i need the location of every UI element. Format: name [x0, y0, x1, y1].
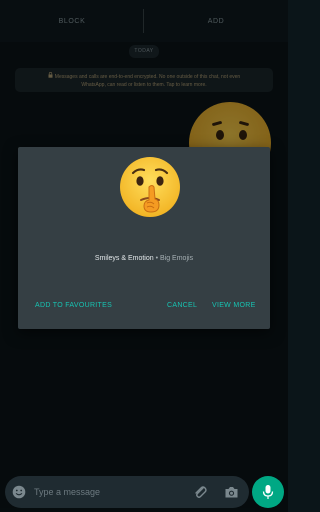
message-input[interactable]: Type a message: [34, 476, 100, 508]
emoji-category: Smileys & Emotion: [94, 255, 154, 262]
voice-message-button[interactable]: [252, 476, 284, 508]
emoji-caption: Smileys & Emotion • Big Emojis: [18, 255, 270, 262]
shushing-face-icon: [120, 157, 180, 217]
message-composer: Type a message: [0, 472, 288, 512]
emoji-pack-name: Big Emojis: [160, 255, 194, 262]
cancel-button[interactable]: CANCEL: [167, 302, 197, 309]
add-to-favourites-button[interactable]: ADD TO FAVOURITES: [35, 302, 112, 309]
mic-icon: [262, 485, 274, 499]
camera-icon[interactable]: [224, 485, 239, 499]
emoji-icon[interactable]: [12, 485, 26, 499]
emoji-pack-dialog: Smileys & Emotion • Big Emojis ADD TO FA…: [18, 147, 270, 329]
view-more-button[interactable]: VIEW MORE: [212, 302, 256, 309]
message-input-container[interactable]: Type a message: [5, 476, 249, 508]
attach-icon[interactable]: [193, 484, 207, 500]
